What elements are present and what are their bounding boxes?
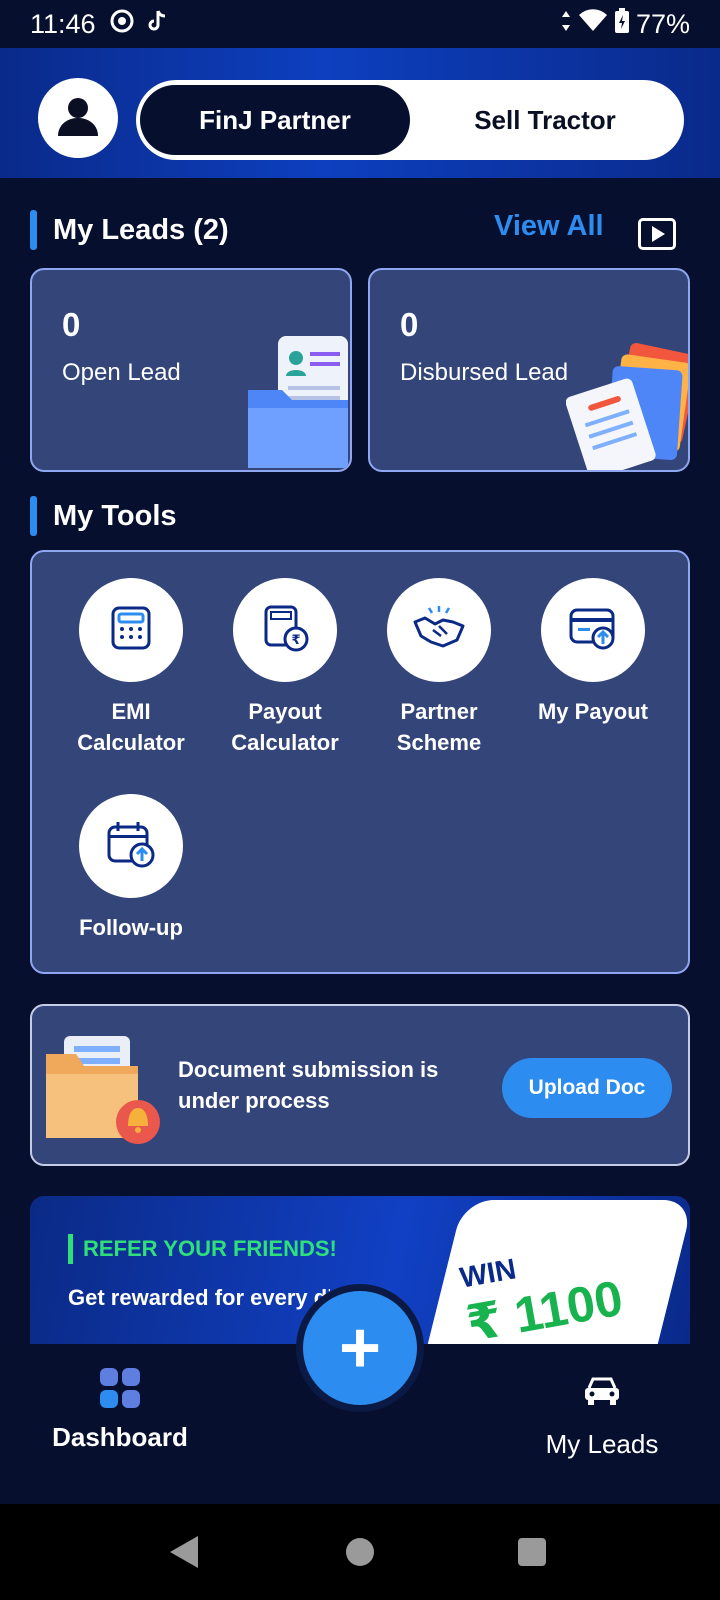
status-bar: 11:46 77% bbox=[0, 0, 720, 48]
view-all-link[interactable]: View All bbox=[494, 210, 604, 243]
tool-emi-calculator[interactable]: EMI Calculator bbox=[56, 578, 206, 758]
open-lead-folder-icon bbox=[248, 334, 350, 470]
tool-icon-circle bbox=[541, 578, 645, 682]
tool-follow-up[interactable]: Follow-up bbox=[56, 794, 206, 943]
tool-label: EMI Calculator bbox=[77, 699, 185, 755]
tool-label: Follow-up bbox=[79, 915, 183, 940]
chrome-icon bbox=[110, 9, 134, 40]
refer-body: Get rewarded for every disbursed FinJ le… bbox=[68, 1285, 330, 1310]
tool-icon-circle: ₹ bbox=[233, 578, 337, 682]
nav-my-leads-label: My Leads bbox=[545, 1429, 659, 1459]
status-time: 11:46 bbox=[30, 8, 96, 39]
disbursed-lead-count: 0 bbox=[400, 306, 419, 343]
svg-text:₹: ₹ bbox=[291, 633, 300, 648]
tool-icon-circle bbox=[79, 794, 183, 898]
tiktok-icon bbox=[146, 9, 168, 40]
add-lead-fab[interactable]: + bbox=[296, 1284, 424, 1412]
tool-label: My Payout bbox=[537, 699, 649, 724]
calculator-icon bbox=[107, 604, 155, 657]
video-play-icon[interactable] bbox=[638, 218, 676, 250]
refer-title: REFER YOUR FRIENDS! bbox=[68, 1234, 337, 1264]
my-tools-heading: My Tools bbox=[30, 496, 177, 536]
dashboard-icon bbox=[100, 1368, 140, 1408]
car-icon bbox=[583, 1376, 621, 1413]
battery-percent: 77% bbox=[635, 8, 690, 39]
document-status-message: Document submission is under process bbox=[178, 1057, 439, 1113]
document-folder-bell-icon bbox=[44, 1030, 168, 1155]
disbursed-lead-label: Disbursed Lead bbox=[400, 359, 569, 386]
document-status-card: Document submission is under process Upl… bbox=[30, 1004, 690, 1166]
nav-my-leads[interactable]: My Leads bbox=[536, 1368, 668, 1460]
tool-my-payout[interactable]: My Payout bbox=[518, 578, 668, 727]
tool-label: Partner Scheme bbox=[396, 699, 482, 755]
my-tools-title: My Tools bbox=[53, 499, 177, 532]
tool-icon-circle bbox=[387, 578, 491, 682]
home-icon[interactable] bbox=[346, 1538, 374, 1566]
nav-dashboard[interactable]: Dashboard bbox=[38, 1368, 202, 1453]
heading-accent-bar bbox=[30, 210, 37, 250]
battery-charging-icon bbox=[614, 7, 630, 41]
my-leads-title: My Leads (2) bbox=[53, 213, 229, 246]
data-arrows-icon bbox=[560, 9, 572, 40]
system-navigation-bar bbox=[0, 1504, 720, 1600]
plus-icon: + bbox=[303, 1291, 417, 1405]
disbursed-lead-files-icon bbox=[565, 340, 688, 470]
mode-toggle: FinJ Partner Sell Tractor bbox=[136, 80, 684, 160]
my-leads-heading: My Leads (2) bbox=[30, 210, 229, 250]
profile-avatar[interactable] bbox=[38, 78, 118, 158]
open-lead-card[interactable]: 0 Open Lead bbox=[30, 268, 352, 472]
tool-icon-circle bbox=[79, 578, 183, 682]
open-lead-count: 0 bbox=[62, 306, 81, 343]
open-lead-label: Open Lead bbox=[62, 359, 181, 386]
tab-finj-partner[interactable]: FinJ Partner bbox=[140, 85, 410, 155]
upload-doc-button[interactable]: Upload Doc bbox=[502, 1058, 672, 1118]
tool-partner-scheme[interactable]: Partner Scheme bbox=[364, 578, 514, 758]
header: FinJ Partner Sell Tractor bbox=[0, 48, 720, 178]
tools-panel: EMI Calculator ₹ Payout Calculator Partn… bbox=[30, 550, 690, 974]
disbursed-lead-card[interactable]: 0 Disbursed Lead bbox=[368, 268, 690, 472]
tab-sell-tractor[interactable]: Sell Tractor bbox=[410, 85, 680, 155]
heading-accent-bar bbox=[30, 496, 37, 536]
user-icon bbox=[56, 94, 100, 143]
recents-icon[interactable] bbox=[518, 1538, 546, 1566]
wifi-icon bbox=[578, 8, 608, 40]
back-icon[interactable] bbox=[170, 1536, 198, 1568]
tool-label: Payout Calculator bbox=[231, 699, 339, 755]
card-upload-icon bbox=[568, 604, 618, 657]
calendar-upload-icon bbox=[106, 819, 156, 874]
rupee-calculator-icon: ₹ bbox=[260, 603, 310, 658]
tool-payout-calculator[interactable]: ₹ Payout Calculator bbox=[210, 578, 360, 758]
nav-dashboard-label: Dashboard bbox=[52, 1422, 188, 1452]
handshake-icon bbox=[411, 604, 467, 657]
